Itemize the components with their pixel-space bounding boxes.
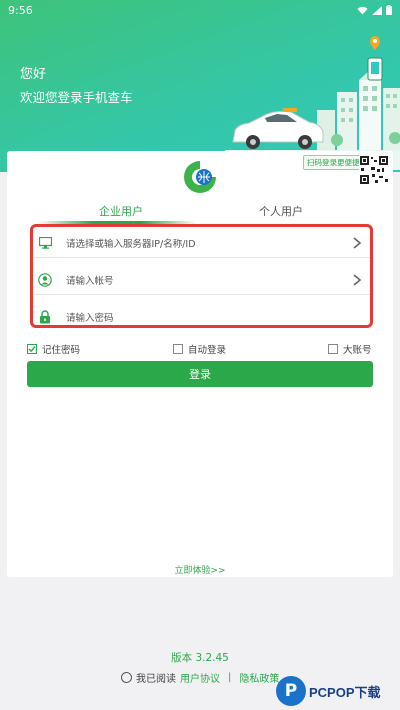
chevron-right-icon[interactable] xyxy=(352,237,362,249)
status-time: 9:56 xyxy=(8,3,33,17)
field-divider xyxy=(34,257,370,258)
remember-label: 记住密码 xyxy=(42,345,81,356)
pcpop-logo-icon: P xyxy=(276,676,306,706)
wifi-icon xyxy=(357,6,368,14)
server-input[interactable]: 请选择或输入服务器IP/名称/ID xyxy=(66,236,352,250)
city-car-illustration xyxy=(225,36,400,170)
big-account-option[interactable]: 大账号 xyxy=(328,342,372,356)
monitor-icon xyxy=(38,236,52,250)
user-icon xyxy=(38,273,52,287)
field-divider xyxy=(34,294,370,295)
status-bar: 9:56 xyxy=(0,0,400,20)
auto-login-label: 自动登录 xyxy=(188,345,227,356)
signal-icon xyxy=(372,5,382,15)
agreement-row: 我已阅读 用户协议 | 隐私政策 xyxy=(121,670,279,685)
scan-login-tip: 扫码登录更便捷 xyxy=(303,155,364,170)
agree-radio[interactable] xyxy=(121,672,132,683)
read-label: 我已阅读 xyxy=(136,674,176,685)
auto-login-option[interactable]: 自动登录 xyxy=(173,342,226,356)
try-now-link[interactable]: 立即体验>> xyxy=(7,563,393,576)
remember-checkbox[interactable] xyxy=(27,344,37,354)
lock-icon xyxy=(38,310,52,324)
user-agreement-link[interactable]: 用户协议 xyxy=(180,670,220,685)
checkmark-icon xyxy=(28,346,36,353)
big-account-label: 大账号 xyxy=(343,345,372,356)
chevron-right-icon[interactable] xyxy=(352,274,362,286)
big-account-checkbox[interactable] xyxy=(328,344,338,354)
link-separator: | xyxy=(228,672,232,683)
welcome-text: 欢迎您登录手机查车 xyxy=(20,90,133,105)
password-field[interactable]: 请输入密码 xyxy=(34,300,370,334)
pcpop-watermark-text: PCPOP下载 xyxy=(309,684,381,700)
header-banner: 9:56 您好 欢迎您登录手机查车 xyxy=(0,0,400,172)
password-input[interactable]: 请输入密码 xyxy=(66,310,370,324)
server-field[interactable]: 请选择或输入服务器IP/名称/ID xyxy=(34,226,370,260)
qr-code-icon[interactable] xyxy=(359,155,389,185)
login-card: 扫码登录更便捷 企业用户 个人用户 请选择或输入服务器IP/名称/ID 请输入帐… xyxy=(7,151,393,577)
account-field[interactable]: 请输入帐号 xyxy=(34,263,370,297)
battery-icon xyxy=(386,5,392,15)
tab-enterprise-user[interactable]: 企业用户 xyxy=(99,203,143,219)
login-button[interactable]: 登录 xyxy=(27,361,373,387)
auto-login-checkbox[interactable] xyxy=(173,344,183,354)
app-logo-icon xyxy=(184,161,216,193)
account-input[interactable]: 请输入帐号 xyxy=(66,273,352,287)
pcpop-watermark: P PCPOP下载 xyxy=(276,672,400,710)
tab-personal-user[interactable]: 个人用户 xyxy=(259,203,303,219)
privacy-policy-link[interactable]: 隐私政策 xyxy=(239,670,279,685)
greeting-text: 您好 xyxy=(20,67,47,82)
remember-password-option[interactable]: 记住密码 xyxy=(27,342,80,356)
version-text: 版本 3.2.45 xyxy=(171,652,229,664)
